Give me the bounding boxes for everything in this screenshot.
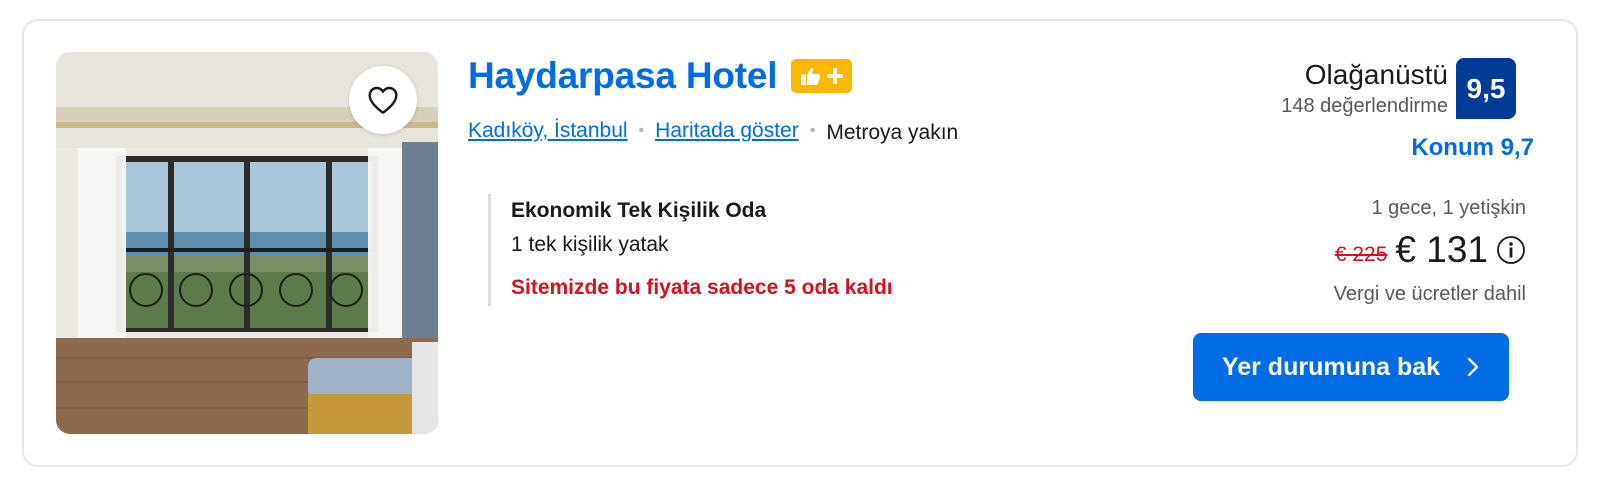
see-availability-label: Yer durumuna bak: [1221, 352, 1441, 381]
separator-dot: •: [809, 122, 816, 139]
info-icon[interactable]: [1496, 235, 1526, 265]
proximity-text: Metroya yakın: [826, 121, 959, 144]
review-score-badge[interactable]: 9,5: [1456, 58, 1516, 119]
room-info: Ekonomik Tek Kişilik Oda 1 tek kişilik y…: [488, 194, 1008, 306]
chevron-right-icon: [1467, 357, 1479, 377]
availability-warning: Sitemizde bu fiyata sadece 5 oda kaldı: [511, 276, 893, 299]
show-on-map-link[interactable]: Haritada göster: [655, 119, 799, 143]
stay-details: 1 gece, 1 yetişkin: [1371, 197, 1526, 219]
favorite-button[interactable]: [349, 66, 417, 134]
separator-dot: •: [638, 122, 645, 139]
hotel-card: Haydarpasa Hotel Kadıköy, İstanbul • Har…: [22, 19, 1578, 467]
heart-icon: [368, 86, 398, 114]
room-name: Ekonomik Tek Kişilik Oda: [511, 199, 767, 222]
hotel-photo[interactable]: [56, 52, 438, 434]
location-score: Konum 9,7: [1411, 134, 1534, 161]
price-row: € 225 € 131: [1335, 229, 1526, 271]
original-price: € 225: [1334, 243, 1388, 266]
room-bed: 1 tek kişilik yatak: [511, 233, 669, 256]
thumbs-up-plus-icon[interactable]: [791, 59, 853, 93]
review-count: 148 değerlendirme: [1281, 95, 1448, 117]
location-link[interactable]: Kadıköy, İstanbul: [468, 119, 628, 143]
see-availability-button[interactable]: Yer durumuna bak: [1193, 333, 1509, 401]
review-summary[interactable]: Olağanüstü 148 değerlendirme: [1281, 59, 1448, 119]
current-price: € 131: [1395, 229, 1488, 270]
hotel-name-link[interactable]: Haydarpasa Hotel: [468, 55, 778, 97]
title-row: Haydarpasa Hotel: [468, 55, 853, 97]
taxes-note: Vergi ve ücretler dahil: [1333, 283, 1526, 305]
rating-label: Olağanüstü: [1304, 59, 1448, 90]
location-row: Kadıköy, İstanbul • Haritada göster • Me…: [468, 117, 958, 145]
